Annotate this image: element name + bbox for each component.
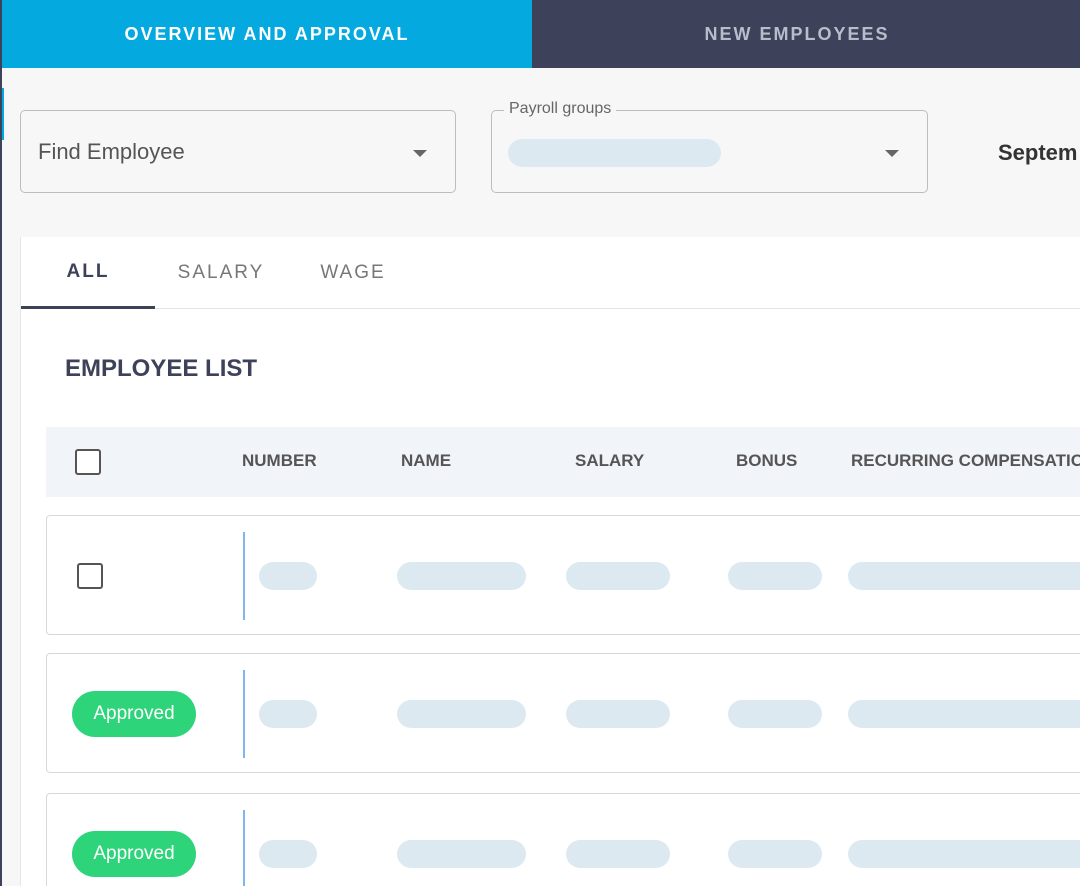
payroll-groups-select[interactable]: Payroll groups [491,100,928,193]
recurring-compensation-placeholder [848,840,1080,868]
salary-placeholder [566,840,670,868]
column-header-bonus: BONUS [736,451,798,470]
bonus-placeholder [728,700,822,728]
accent-strip [2,88,4,140]
sub-tab-bar: ALL SALARY WAGE [21,237,1080,309]
name-placeholder [397,562,526,590]
payroll-groups-value-placeholder [508,139,721,167]
top-tab-bar: OVERVIEW AND APPROVAL NEW EMPLOYEES [2,0,1080,68]
find-employee-select[interactable]: Find Employee [20,110,456,193]
row-divider [243,810,245,886]
name-placeholder [397,840,526,868]
recurring-compensation-placeholder [848,700,1080,728]
recurring-compensation-placeholder [848,562,1080,590]
column-header-salary: SALARY [575,451,645,470]
column-header-recurring-compensation: RECURRING COMPENSATION [851,451,1080,470]
chevron-down-icon [413,150,427,157]
table-row[interactable]: Approved [46,653,1080,773]
tab-overview-and-approval[interactable]: OVERVIEW AND APPROVAL [2,0,532,68]
find-employee-placeholder: Find Employee [38,139,185,164]
row-divider [243,670,245,758]
chevron-down-icon [885,150,899,157]
employee-list-title: EMPLOYEE LIST [65,355,258,382]
salary-placeholder [566,562,670,590]
payroll-groups-label: Payroll groups [504,100,617,118]
number-placeholder [259,562,317,590]
table-row[interactable]: Approved [46,793,1080,886]
number-placeholder [259,840,317,868]
number-placeholder [259,700,317,728]
column-header-name: NAME [401,451,452,470]
employee-card: ALL SALARY WAGE EMPLOYEE LIST NUMBER NAM… [20,237,1080,886]
table-row[interactable] [46,515,1080,635]
column-header-number: NUMBER [242,451,317,470]
row-checkbox[interactable] [77,563,103,589]
approved-status-badge: Approved [72,831,196,877]
period-label: Septem [998,140,1078,165]
row-divider [243,532,245,620]
tab-all[interactable]: ALL [21,237,155,309]
tab-salary[interactable]: SALARY [155,237,287,309]
approved-status-badge: Approved [72,691,196,737]
tab-new-employees[interactable]: NEW EMPLOYEES [532,0,1062,68]
select-all-checkbox[interactable] [75,449,101,475]
name-placeholder [397,700,526,728]
bonus-placeholder [728,562,822,590]
table-header: NUMBER NAME SALARY BONUS RECURRING COMPE… [46,427,1080,497]
salary-placeholder [566,700,670,728]
tab-wage[interactable]: WAGE [287,237,419,309]
bonus-placeholder [728,840,822,868]
